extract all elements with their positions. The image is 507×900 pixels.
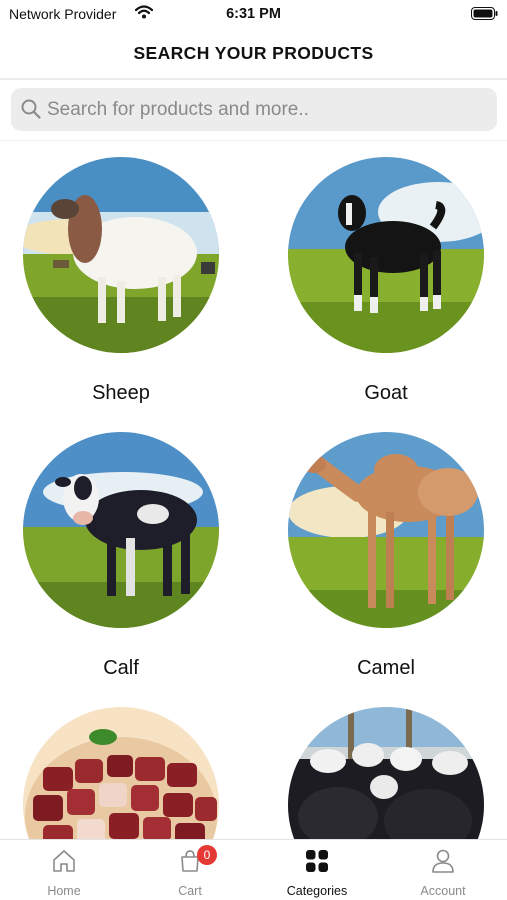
sheep-photo[interactable] xyxy=(23,157,219,353)
header-divider xyxy=(0,78,507,80)
tab-cart-label: Cart xyxy=(178,884,202,898)
cart-count-badge: 0 xyxy=(197,845,217,865)
categories-icon xyxy=(304,848,330,874)
category-grid[interactable]: Sheep Goat Calf Camel xyxy=(0,141,507,839)
search-input[interactable] xyxy=(47,88,487,131)
account-icon xyxy=(430,848,456,874)
category-label: Camel xyxy=(357,657,415,679)
camel-photo[interactable] xyxy=(288,432,484,628)
goat-herd-photo[interactable] xyxy=(288,707,484,839)
page-title: SEARCH YOUR PRODUCTS xyxy=(133,43,374,63)
search-bar[interactable] xyxy=(11,88,497,131)
meat-photo[interactable] xyxy=(23,707,219,839)
status-bar: Network Provider 6:31 PM xyxy=(0,0,507,28)
category-label: Calf xyxy=(103,657,139,679)
goat-photo[interactable] xyxy=(288,157,484,353)
bottom-tab-bar: Home 0 Cart Categories Account xyxy=(0,839,507,900)
tab-account-label: Account xyxy=(420,884,466,898)
tab-categories[interactable]: Categories xyxy=(254,840,380,900)
calf-photo[interactable] xyxy=(23,432,219,628)
tab-cart[interactable]: 0 Cart xyxy=(127,840,253,900)
tab-home-label: Home xyxy=(47,884,81,898)
category-label: Sheep xyxy=(92,382,150,404)
tab-home[interactable]: Home xyxy=(1,840,127,900)
tab-account[interactable]: Account xyxy=(380,840,506,900)
category-label: Goat xyxy=(364,382,408,404)
tab-categories-label: Categories xyxy=(286,884,348,898)
home-icon xyxy=(51,848,77,874)
battery-icon xyxy=(471,7,498,20)
search-icon xyxy=(20,98,42,120)
status-time: 6:31 PM xyxy=(226,6,281,22)
